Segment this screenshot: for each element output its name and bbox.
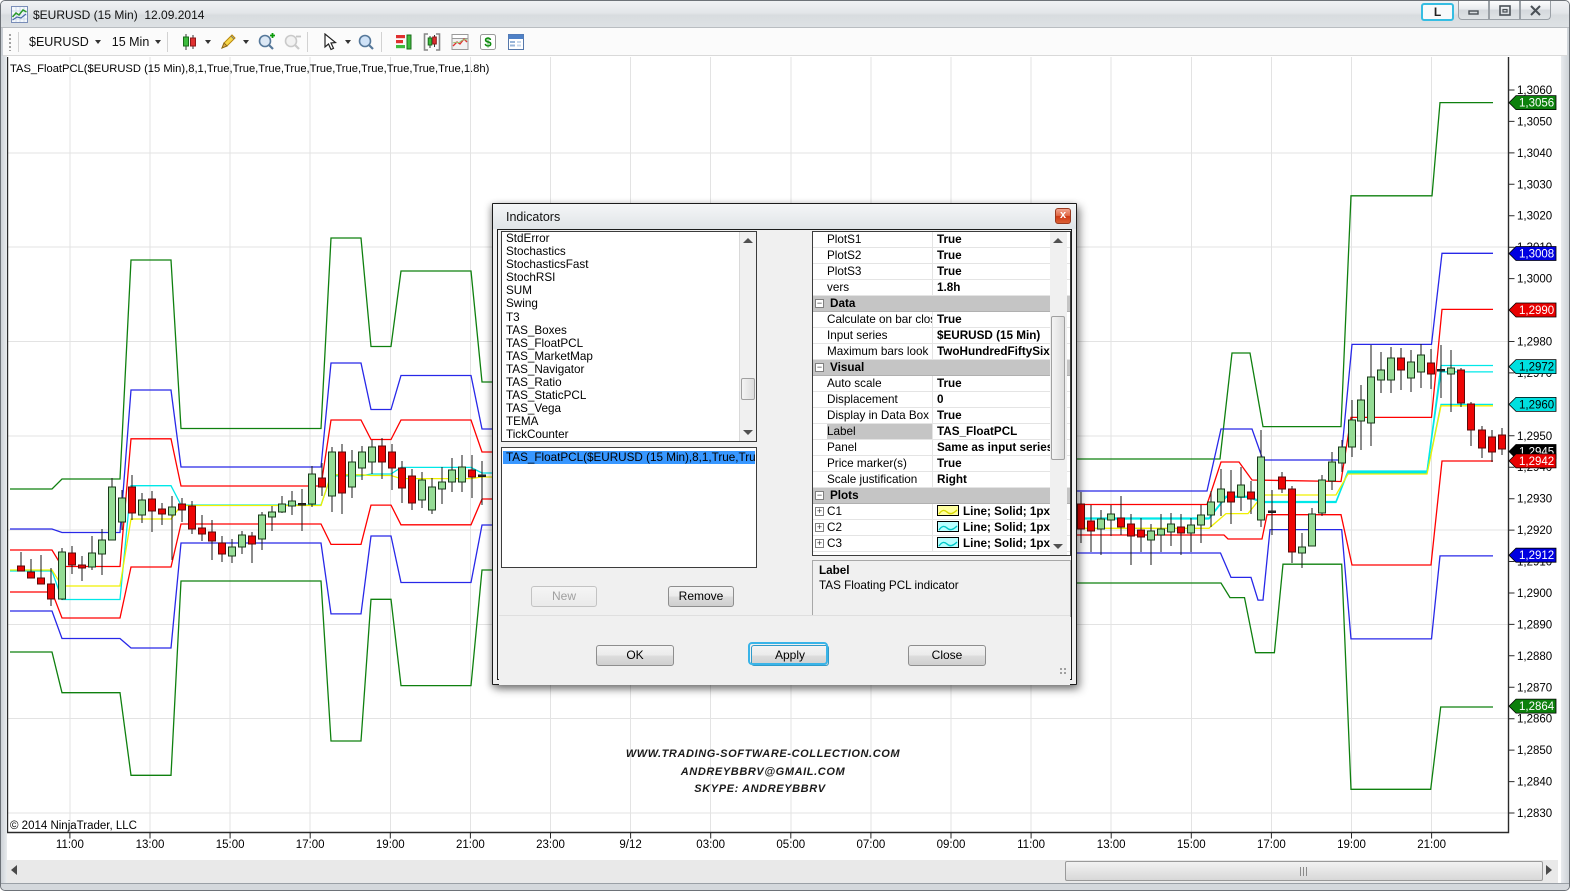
svg-text:1,2870: 1,2870 — [1517, 682, 1552, 694]
svg-text:1,2950: 1,2950 — [1517, 431, 1552, 443]
svg-text:05:00: 05:00 — [776, 839, 805, 851]
svg-text:1,2942: 1,2942 — [1519, 456, 1554, 468]
svg-text:SKYPE: ANDREYBBRV: SKYPE: ANDREYBBRV — [694, 783, 826, 795]
svg-text:23:00: 23:00 — [536, 839, 565, 851]
svg-text:1,2960: 1,2960 — [1519, 399, 1554, 411]
svg-text:WWW.TRADING-SOFTWARE-COLLECTIO: WWW.TRADING-SOFTWARE-COLLECTION.COM — [626, 748, 901, 760]
svg-text:1,2850: 1,2850 — [1517, 745, 1552, 757]
svg-text:9/12: 9/12 — [619, 839, 641, 851]
svg-text:1,3030: 1,3030 — [1517, 179, 1552, 191]
svg-text:$: $ — [485, 34, 493, 49]
svg-text:21:00: 21:00 — [456, 839, 485, 851]
svg-text:ANDREYBBRV@GMAIL.COM: ANDREYBBRV@GMAIL.COM — [680, 766, 846, 778]
svg-text:09:00: 09:00 — [937, 839, 966, 851]
svg-text:21:00: 21:00 — [1417, 839, 1446, 851]
svg-text:1,3000: 1,3000 — [1517, 274, 1552, 286]
svg-text:1,2972: 1,2972 — [1519, 362, 1554, 374]
svg-text:1,2830: 1,2830 — [1517, 808, 1552, 820]
svg-text:13:00: 13:00 — [1097, 839, 1126, 851]
svg-text:1,2980: 1,2980 — [1517, 337, 1552, 349]
svg-text:1,3008: 1,3008 — [1519, 249, 1554, 261]
svg-text:1,2990: 1,2990 — [1519, 305, 1554, 317]
svg-text:19:00: 19:00 — [376, 839, 405, 851]
svg-text:1,2890: 1,2890 — [1517, 619, 1552, 631]
svg-text:15:00: 15:00 — [216, 839, 245, 851]
svg-text:07:00: 07:00 — [857, 839, 886, 851]
svg-text:1,2880: 1,2880 — [1517, 651, 1552, 663]
svg-text:1,3050: 1,3050 — [1517, 116, 1552, 128]
svg-text:1,2900: 1,2900 — [1517, 588, 1552, 600]
svg-text:1,2864: 1,2864 — [1519, 701, 1555, 713]
svg-text:1,3040: 1,3040 — [1517, 148, 1552, 160]
svg-text:TAS_FloatPCL($EURUSD (15 Min),: TAS_FloatPCL($EURUSD (15 Min),8,1,True,T… — [10, 63, 490, 75]
svg-text:© 2014 NinjaTrader, LLC: © 2014 NinjaTrader, LLC — [10, 820, 137, 832]
svg-text:1,2860: 1,2860 — [1517, 714, 1552, 726]
svg-text:17:00: 17:00 — [296, 839, 325, 851]
svg-text:15:00: 15:00 — [1177, 839, 1206, 851]
svg-text:17:00: 17:00 — [1257, 839, 1286, 851]
svg-text:13:00: 13:00 — [136, 839, 165, 851]
svg-text:1,2912: 1,2912 — [1519, 550, 1554, 562]
svg-text:11:00: 11:00 — [56, 839, 84, 851]
svg-text:19:00: 19:00 — [1337, 839, 1366, 851]
svg-text:1,2930: 1,2930 — [1517, 494, 1552, 506]
svg-text:1,2920: 1,2920 — [1517, 525, 1552, 537]
svg-text:1,3056: 1,3056 — [1519, 98, 1554, 110]
svg-text:1,2840: 1,2840 — [1517, 777, 1552, 789]
svg-text:03:00: 03:00 — [696, 839, 725, 851]
svg-text:1,3020: 1,3020 — [1517, 211, 1552, 223]
svg-text:11:00: 11:00 — [1017, 839, 1045, 851]
